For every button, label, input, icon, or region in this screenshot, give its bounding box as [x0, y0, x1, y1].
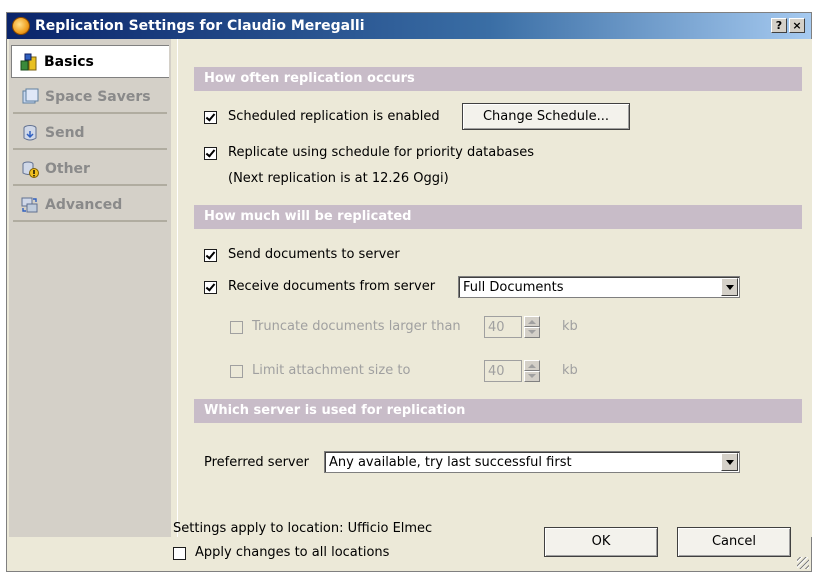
sidebar: Basics Space Savers Send Other Advanced — [9, 39, 171, 537]
space-savers-icon — [22, 88, 39, 104]
title-bar[interactable]: Replication Settings for Claudio Meregal… — [7, 13, 811, 39]
send-documents-checkbox[interactable] — [204, 249, 217, 262]
receive-documents-option[interactable]: Receive documents from server — [204, 279, 464, 299]
spinner-up-icon[interactable] — [524, 316, 540, 327]
apply-all-locations-label: Apply changes to all locations — [195, 545, 390, 560]
truncate-documents-label: Truncate documents larger than — [252, 319, 461, 334]
sidebar-item-advanced[interactable]: Advanced — [13, 189, 167, 222]
limit-attachment-label: Limit attachment size to — [252, 363, 411, 378]
spinner-down-icon[interactable] — [524, 327, 540, 338]
truncate-size-value[interactable]: 40 — [484, 316, 522, 338]
sidebar-item-label: Advanced — [45, 197, 123, 213]
scheduled-replication-label: Scheduled replication is enabled — [228, 109, 440, 124]
receive-mode-select[interactable]: Full Documents — [458, 276, 740, 298]
limit-size-value[interactable]: 40 — [484, 360, 522, 382]
section-header-how-often: How often replication occurs — [194, 67, 802, 91]
apply-all-locations-option[interactable]: Apply changes to all locations — [173, 545, 413, 565]
truncate-documents-checkbox[interactable] — [230, 321, 243, 334]
receive-documents-checkbox[interactable] — [204, 281, 217, 294]
limit-unit: kb — [562, 363, 578, 378]
limit-attachment-checkbox[interactable] — [230, 365, 243, 378]
apply-all-locations-checkbox[interactable] — [173, 547, 186, 560]
priority-schedule-checkbox[interactable] — [204, 147, 217, 160]
preferred-server-value: Any available, try last successful first — [329, 455, 572, 470]
sidebar-item-space-savers[interactable]: Space Savers — [13, 81, 167, 114]
send-documents-label: Send documents to server — [228, 247, 400, 262]
cancel-button[interactable]: Cancel — [677, 527, 791, 557]
truncate-unit: kb — [562, 319, 578, 334]
sidebar-item-label: Basics — [44, 54, 94, 70]
chevron-down-icon[interactable] — [721, 278, 738, 296]
spinner-up-icon[interactable] — [524, 360, 540, 371]
section-header-how-much: How much will be replicated — [194, 205, 802, 229]
sidebar-item-other[interactable]: Other — [13, 153, 167, 186]
basics-panel: How often replication occurs Scheduled r… — [177, 39, 812, 537]
send-documents-option[interactable]: Send documents to server — [204, 247, 444, 267]
advanced-icon — [21, 197, 38, 213]
spinner-down-icon[interactable] — [524, 371, 540, 382]
sidebar-item-label: Send — [45, 125, 85, 141]
sidebar-item-basics[interactable]: Basics — [11, 45, 169, 78]
chevron-down-icon[interactable] — [721, 453, 738, 471]
help-button[interactable]: ? — [771, 18, 787, 33]
location-text: Settings apply to location: Ufficio Elme… — [173, 521, 433, 536]
preferred-server-select[interactable]: Any available, try last successful first — [324, 451, 740, 473]
truncate-documents-option[interactable]: Truncate documents larger than — [230, 319, 480, 339]
dialog-body: Basics Space Savers Send Other Advanced … — [7, 39, 812, 571]
other-icon — [22, 161, 39, 178]
receive-documents-label: Receive documents from server — [228, 279, 436, 294]
basics-icon — [20, 53, 37, 71]
notes-app-icon — [12, 17, 30, 35]
sidebar-item-label: Space Savers — [45, 89, 151, 105]
replication-settings-dialog: Replication Settings for Claudio Meregal… — [6, 12, 812, 572]
priority-schedule-label: Replicate using schedule for priority da… — [228, 145, 534, 160]
window-title: Replication Settings for Claudio Meregal… — [35, 18, 365, 34]
priority-schedule-option[interactable]: Replicate using schedule for priority da… — [204, 145, 564, 165]
change-schedule-button[interactable]: Change Schedule... — [462, 103, 630, 130]
next-replication-text: (Next replication is at 12.26 Oggi) — [228, 171, 449, 186]
scheduled-replication-checkbox[interactable] — [204, 111, 217, 124]
scheduled-replication-option[interactable]: Scheduled replication is enabled — [204, 109, 464, 129]
limit-attachment-option[interactable]: Limit attachment size to — [230, 363, 430, 383]
sidebar-item-send[interactable]: Send — [13, 117, 167, 150]
section-header-which-server: Which server is used for replication — [194, 399, 802, 423]
resize-grip-icon[interactable] — [797, 557, 809, 569]
close-button[interactable]: × — [789, 18, 805, 33]
preferred-server-label: Preferred server — [204, 455, 309, 470]
receive-mode-value: Full Documents — [463, 280, 564, 295]
ok-button[interactable]: OK — [544, 527, 658, 557]
sidebar-item-label: Other — [45, 161, 90, 177]
send-icon — [23, 125, 37, 141]
